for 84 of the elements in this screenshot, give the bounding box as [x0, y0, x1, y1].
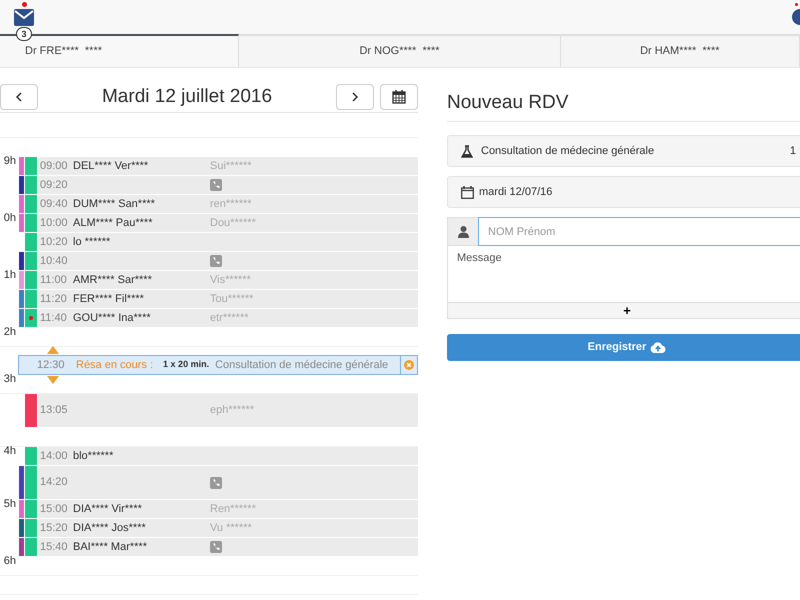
appointment-note: Sui****** [210, 158, 252, 174]
doctor-tab[interactable]: Dr NOG**** **** [239, 34, 561, 67]
appointment-note: etr****** [210, 310, 249, 326]
appointment-time: 15:40 [40, 540, 69, 555]
calendar-button[interactable] [380, 84, 418, 110]
appointment-note: Tou****** [210, 292, 254, 307]
hour-label: 0h [2, 211, 16, 226]
doctor-tab[interactable]: Dr HAM**** **** [560, 34, 800, 67]
hour-label: 5h [2, 497, 16, 512]
appointment-row[interactable]: 09:00 DEL**** Ver**** Sui****** [38, 157, 418, 176]
date-selector[interactable]: mardi 12/07/16 [447, 176, 800, 208]
hour-label: 3h [2, 372, 16, 387]
appointment-row[interactable]: 11:20 FER**** Fil**** Tou****** [38, 290, 418, 309]
appointment-time: 14:00 [40, 448, 69, 464]
form-title: Nouveau RDV [447, 91, 570, 115]
appointment-time: 10:40 [40, 254, 69, 269]
calendar-icon [392, 90, 406, 104]
hour-label: 4h [2, 444, 16, 459]
appointment-note: Dou****** [210, 216, 256, 231]
patient-name: DIA**** Vir**** [73, 502, 143, 517]
patient-name: ALM**** Pau**** [73, 216, 154, 231]
appointment-time: 15:20 [40, 520, 69, 536]
appointment-time: 11:40 [40, 310, 68, 326]
date-value: mardi 12/07/16 [479, 184, 552, 200]
hour-label: 2h [2, 325, 16, 340]
patient-name: lo ****** [73, 234, 112, 250]
appointment-row[interactable]: 15:20 DIA**** Jos**** Vu ****** [38, 519, 418, 538]
mail-icon[interactable] [14, 9, 34, 26]
close-icon[interactable] [404, 360, 414, 370]
appointment-time: 09:40 [40, 196, 69, 212]
appointment-note: eph****** [210, 403, 254, 418]
appointment-row[interactable]: 15:40 BAI**** Mar**** [38, 538, 418, 557]
service-name: Consultation de médecine générale [481, 144, 656, 159]
appointment-row[interactable]: 10:20 lo ****** [38, 233, 418, 252]
appointment-time: 14:20 [40, 475, 69, 490]
chevron-right-icon [352, 92, 358, 102]
appointment-time: 13:05 [40, 403, 69, 418]
day-title: Mardi 12 juillet 2016 [100, 86, 274, 108]
appointment-time: 10:00 [40, 216, 69, 231]
patient-name: DEL**** Ver**** [73, 158, 150, 174]
service-count: 1 [790, 144, 796, 159]
appointment-time: 10:20 [40, 234, 69, 250]
appointment-note: Vu ****** [210, 520, 252, 536]
booking-duration: 1 x 20 min. [163, 358, 210, 372]
save-button[interactable]: Enregistrer [447, 334, 800, 361]
appointment-time: 15:00 [40, 502, 69, 517]
booking-status: Résa en cours : [76, 358, 154, 373]
hour-label: 6h [2, 554, 16, 569]
patient-name: FER**** Fil**** [73, 292, 145, 307]
appointment-note: Vis****** [210, 272, 251, 288]
patient-name: BAI**** Mar**** [73, 540, 148, 555]
appointment-time: 09:00 [40, 158, 69, 174]
cloud-upload-icon [650, 342, 666, 353]
calendar-icon [461, 186, 474, 198]
appointment-row[interactable]: 11:40 GOU**** Ina**** etr****** [38, 309, 418, 328]
appointment-time: 11:00 [40, 272, 68, 288]
add-button[interactable]: + [447, 303, 800, 319]
name-field[interactable]: NOM Prénom [478, 217, 800, 246]
chevron-left-icon [16, 92, 22, 102]
patient-name: GOU**** Ina**** [73, 310, 152, 326]
appointment-time: 09:20 [40, 178, 69, 193]
appointment-row[interactable]: 10:00 ALM**** Pau**** Dou****** [38, 214, 418, 233]
appointment-time: 11:20 [40, 292, 68, 307]
appointment-row[interactable]: 14:00 blo****** [38, 447, 418, 466]
patient-name: blo****** [73, 448, 114, 464]
user-icon [458, 226, 468, 238]
patient-name: AMR**** Sar**** [73, 272, 153, 288]
hour-label: 1h [2, 268, 16, 283]
appointment-note: ren****** [210, 196, 252, 212]
booking-time: 12:30 [37, 358, 66, 373]
booking-service: Consultation de médecine générale [215, 358, 390, 373]
patient-name: DUM**** San**** [73, 196, 156, 212]
flask-icon [461, 144, 473, 158]
appointment-row[interactable]: 11:00 AMR**** Sar**** Vis****** [38, 271, 418, 290]
hour-label: 9h [2, 154, 16, 169]
patient-name: DIA**** Jos**** [73, 520, 147, 536]
appointment-row[interactable]: 09:40 DUM**** San**** ren****** [38, 195, 418, 214]
notification-count: 3 [16, 27, 32, 41]
appointment-note: Ren****** [210, 502, 256, 517]
appointment-row[interactable]: 15:00 DIA**** Vir**** Ren****** [38, 500, 418, 519]
message-field[interactable]: Message [447, 246, 800, 303]
next-day-button[interactable] [336, 84, 374, 110]
previous-day-button[interactable] [0, 84, 38, 110]
service-selector[interactable]: Consultation de médecine générale 1 [447, 135, 800, 167]
